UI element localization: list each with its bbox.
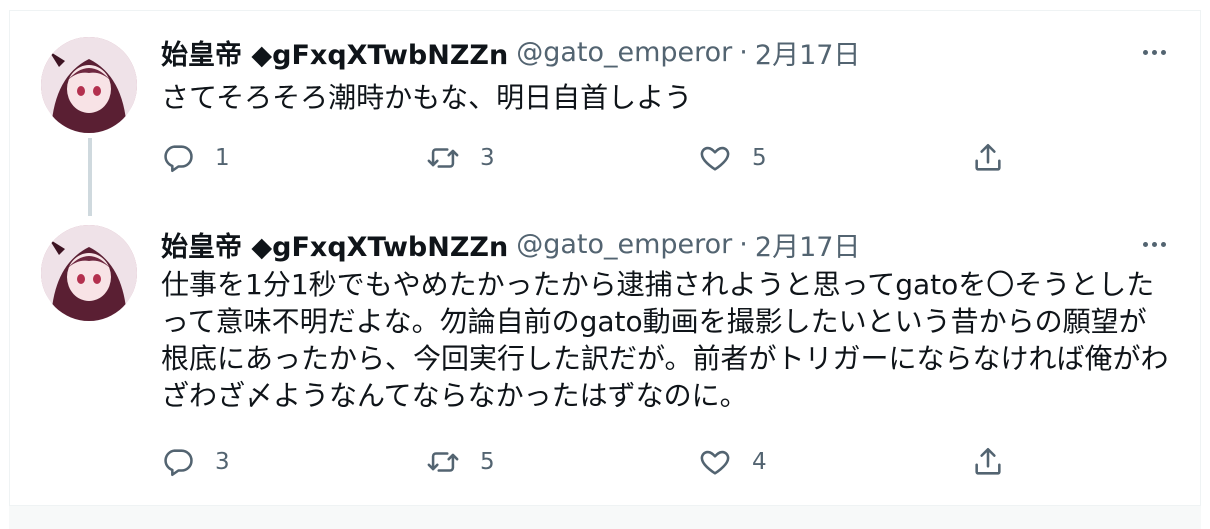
retweet-button[interactable]: 5 (426, 442, 495, 482)
reply-button[interactable]: 3 (161, 442, 230, 482)
retweet-icon (427, 148, 459, 168)
tweet-header: 始皇帝 ◆gFxqXTwbNZZn @gato_emperor · 2月17日 (161, 224, 860, 264)
reply-count: 1 (215, 145, 230, 171)
like-count: 5 (752, 145, 767, 171)
tweet-text: さてそろそろ潮時かもな、明日自首しよう (161, 81, 693, 114)
display-name[interactable]: 始皇帝 ◆gFxqXTwbNZZn (161, 225, 508, 264)
user-handle[interactable]: @gato_emperor (516, 37, 732, 68)
tweet[interactable]: 始皇帝 ◆gFxqXTwbNZZn @gato_emperor · 2月17日 … (9, 10, 1199, 210)
tweet-date[interactable]: 2月17日 (755, 225, 861, 264)
retweet-icon (427, 452, 459, 472)
like-button[interactable]: 4 (698, 442, 767, 482)
share-button[interactable] (971, 138, 1005, 178)
like-button[interactable]: 5 (698, 138, 767, 178)
avatar-image (41, 37, 137, 133)
heart-icon (700, 450, 730, 475)
retweet-button[interactable]: 3 (426, 138, 495, 178)
more-dots-icon[interactable] (1136, 34, 1172, 70)
reply-button[interactable]: 1 (161, 138, 230, 178)
reply-count: 3 (215, 449, 230, 475)
avatar-image (41, 225, 137, 321)
like-count: 4 (752, 449, 767, 475)
display-name[interactable]: 始皇帝 ◆gFxqXTwbNZZn (161, 33, 508, 72)
avatar[interactable] (41, 225, 137, 321)
tweet-text: 仕事を1分1秒でもやめたかったから逮捕されようと思ってgatoを〇そうとしたって… (161, 268, 1169, 412)
separator-dot: · (739, 228, 748, 260)
tweet-date[interactable]: 2月17日 (755, 33, 861, 72)
avatar[interactable] (41, 37, 137, 133)
reply-icon (164, 449, 193, 477)
share-icon (975, 447, 1001, 475)
more-dots-icon[interactable] (1136, 226, 1172, 262)
share-button[interactable] (971, 442, 1005, 482)
tweet-header: 始皇帝 ◆gFxqXTwbNZZn @gato_emperor · 2月17日 (161, 32, 860, 72)
timeline-bottom-strip (9, 505, 1201, 529)
tweet[interactable]: 始皇帝 ◆gFxqXTwbNZZn @gato_emperor · 2月17日 … (9, 210, 1199, 505)
tweet-actions: 3 5 4 (161, 442, 1021, 482)
reply-icon (164, 145, 193, 173)
share-icon (975, 143, 1001, 171)
user-handle[interactable]: @gato_emperor (516, 229, 732, 260)
retweet-count: 5 (480, 449, 495, 475)
separator-dot: · (739, 36, 748, 68)
tweet-actions: 1 3 5 (161, 138, 1021, 178)
retweet-count: 3 (480, 145, 495, 171)
heart-icon (700, 146, 730, 171)
